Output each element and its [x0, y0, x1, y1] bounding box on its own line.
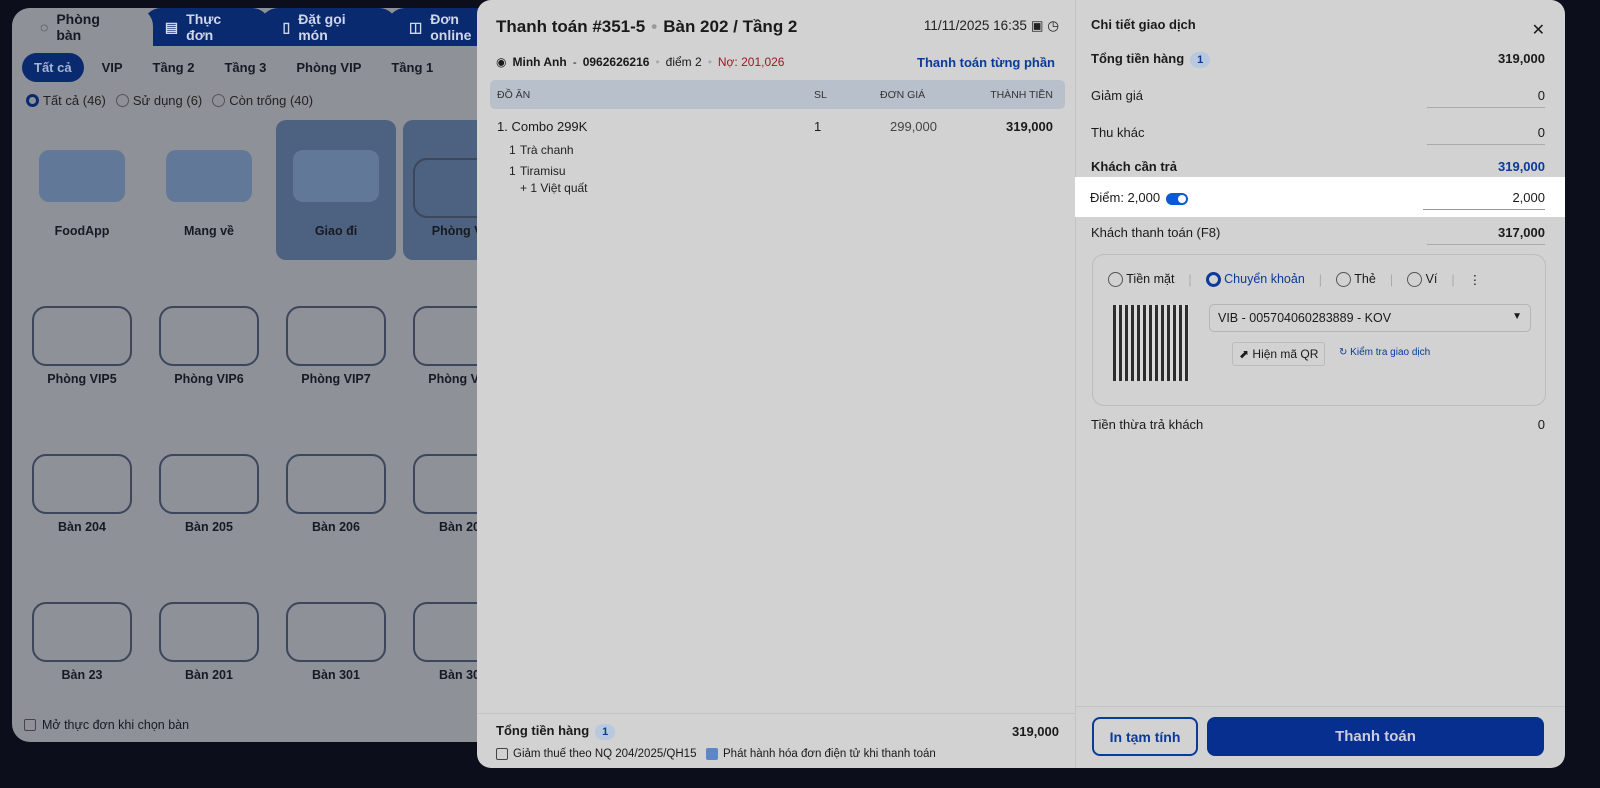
- table-icon: [286, 306, 386, 366]
- expand-icon: ⬈: [1239, 347, 1250, 361]
- bank-select[interactable]: VIB - 005704060283889 - KOV ▼: [1209, 304, 1531, 332]
- phone-icon: ▯: [282, 18, 291, 35]
- clock-icon: ◷: [1047, 18, 1059, 33]
- scooter-icon: [293, 150, 379, 202]
- pay-button[interactable]: Thanh toán: [1207, 717, 1544, 756]
- chip-floor1[interactable]: Tầng 1: [379, 53, 445, 82]
- table-icon: [286, 454, 386, 514]
- cell-label: FoodApp: [54, 224, 110, 238]
- tab-order[interactable]: ▯ Đặt gọi món: [260, 8, 398, 46]
- table-icon: [32, 454, 132, 514]
- filter-used[interactable]: Sử dụng (6): [115, 93, 202, 108]
- points-toggle[interactable]: [1166, 192, 1189, 205]
- cell-label: Bàn 204: [58, 520, 106, 534]
- customer-info: ◉ Minh Anh -0962626216 • điểm 2 • Nợ: 201,0…: [496, 55, 785, 69]
- table-cell[interactable]: Bàn 206: [276, 416, 396, 556]
- bag-icon: ◫: [409, 18, 423, 35]
- cell-label: Bàn 201: [185, 668, 233, 682]
- table-icon: [159, 602, 259, 662]
- tax-reduction-checkbox[interactable]: Giảm thuế theo NQ 204/2025/QH15: [496, 748, 696, 760]
- discount-input[interactable]: 0: [1427, 88, 1545, 108]
- more-icon[interactable]: ⋮: [1469, 272, 1482, 287]
- check-transaction-link[interactable]: ↻ Kiểm tra giao dịch: [1339, 347, 1430, 358]
- cell-label: Phòng VIP7: [301, 372, 371, 386]
- cell-label: Phòng VIP5: [47, 372, 117, 386]
- partial-pay-link[interactable]: Thanh toán từng phần: [917, 55, 1055, 70]
- table-cell[interactable]: Bàn 201: [149, 564, 269, 704]
- table-cell[interactable]: Phòng VIP7: [276, 268, 396, 408]
- method-card[interactable]: Thẻ: [1336, 272, 1376, 288]
- table-cell[interactable]: FoodApp: [22, 120, 142, 260]
- chevron-down-icon: ▼: [1512, 311, 1522, 322]
- table-cell[interactable]: Bàn 205: [149, 416, 269, 556]
- cell-label: Bàn 301: [312, 668, 360, 682]
- table-row[interactable]: 1. Combo 299K 1 299,000 319,000: [490, 110, 1065, 140]
- foodapp-icon: [39, 150, 125, 202]
- table-icon: ◌: [40, 19, 49, 35]
- table-cell[interactable]: Phòng VIP5: [22, 268, 142, 408]
- cell-label: Mang về: [183, 224, 234, 238]
- table-icon: [159, 306, 259, 366]
- method-wallet[interactable]: Ví: [1407, 272, 1437, 288]
- menu-icon: ▤: [164, 18, 179, 35]
- points-input[interactable]: 2,000: [1423, 190, 1545, 210]
- method-transfer[interactable]: Chuyển khoản: [1205, 272, 1305, 288]
- chip-vip[interactable]: VIP: [90, 53, 135, 82]
- other-fee-input[interactable]: 0: [1427, 125, 1545, 145]
- table-icon: [32, 306, 132, 366]
- table-header: ĐỒ ĂN SL ĐƠN GIÁ THÀNH TIỀN: [490, 80, 1065, 109]
- cell-label: Bàn 23: [61, 668, 103, 682]
- cell-label: Bàn 206: [312, 520, 360, 534]
- bag-icon: [166, 150, 252, 202]
- tab-tables[interactable]: ◌ Phòng bàn: [12, 8, 153, 46]
- cell-label: Bàn 205: [185, 520, 233, 534]
- close-icon[interactable]: ✕: [1532, 20, 1545, 40]
- tables-panel: ◌ Phòng bàn ▤ Thực đơn ▯ Đặt gọi món ◫ Đơn o…: [12, 8, 512, 742]
- filter-all[interactable]: Tất cả (46): [26, 93, 106, 108]
- method-cash[interactable]: Tiền mặt: [1108, 272, 1174, 288]
- table-cell[interactable]: Bàn 23: [22, 564, 142, 704]
- cell-label: Giao đi: [314, 224, 358, 238]
- refresh-icon: ↻: [1339, 347, 1348, 358]
- customer-paid-input[interactable]: 317,000: [1427, 225, 1545, 245]
- open-menu-checkbox[interactable]: Mở thực đơn khi chọn bàn: [24, 718, 189, 732]
- chip-floor2[interactable]: Tầng 2: [141, 53, 207, 82]
- payment-methods: Tiền mặt | Chuyển khoản | Thẻ | Ví | ⋮ VIB -…: [1092, 254, 1546, 406]
- order-footer: Tổng tiền hàng 1 319,000 Giảm thuế theo N…: [477, 713, 1075, 768]
- page-title: Thanh toán #351-5 • Bàn 202 / Tầng 2: [496, 17, 798, 36]
- chip-all[interactable]: Tất cả: [22, 53, 84, 82]
- filter-empty[interactable]: Còn trống (40): [212, 93, 313, 108]
- show-qr-button[interactable]: ⬈ Hiện mã QR: [1232, 342, 1326, 366]
- einvoice-checkbox[interactable]: Phát hành hóa đơn điện tử khi thanh toán: [706, 748, 936, 760]
- chip-floor3[interactable]: Tầng 3: [212, 53, 278, 82]
- table-cell[interactable]: Mang về: [149, 120, 269, 260]
- tab-menu[interactable]: ▤ Thực đơn: [142, 8, 271, 46]
- detail-title: Chi tiết giao dịch: [1091, 17, 1196, 32]
- table-icon: [286, 602, 386, 662]
- table-cell[interactable]: Giao đi: [276, 120, 396, 260]
- table-icon: [159, 454, 259, 514]
- user-icon: ◉: [496, 55, 507, 69]
- points-row: Điểm: 2,000 2,000: [1075, 177, 1565, 217]
- table-cell[interactable]: Phòng VIP6: [149, 268, 269, 408]
- chip-vip-room[interactable]: Phòng VIP: [284, 53, 373, 82]
- payment-modal: Thanh toán #351-5 • Bàn 202 / Tầng 2 11/11…: [477, 0, 1565, 768]
- calendar-icon: ▣: [1030, 18, 1044, 33]
- qr-code: [1113, 305, 1189, 381]
- print-draft-button[interactable]: In tạm tính: [1092, 717, 1198, 756]
- cell-label: Phòng VIP6: [174, 372, 244, 386]
- datetime[interactable]: 11/11/2025 16:35 ▣ ◷: [924, 18, 1059, 34]
- table-cell[interactable]: Bàn 301: [276, 564, 396, 704]
- table-cell[interactable]: Bàn 204: [22, 416, 142, 556]
- table-icon: [32, 602, 132, 662]
